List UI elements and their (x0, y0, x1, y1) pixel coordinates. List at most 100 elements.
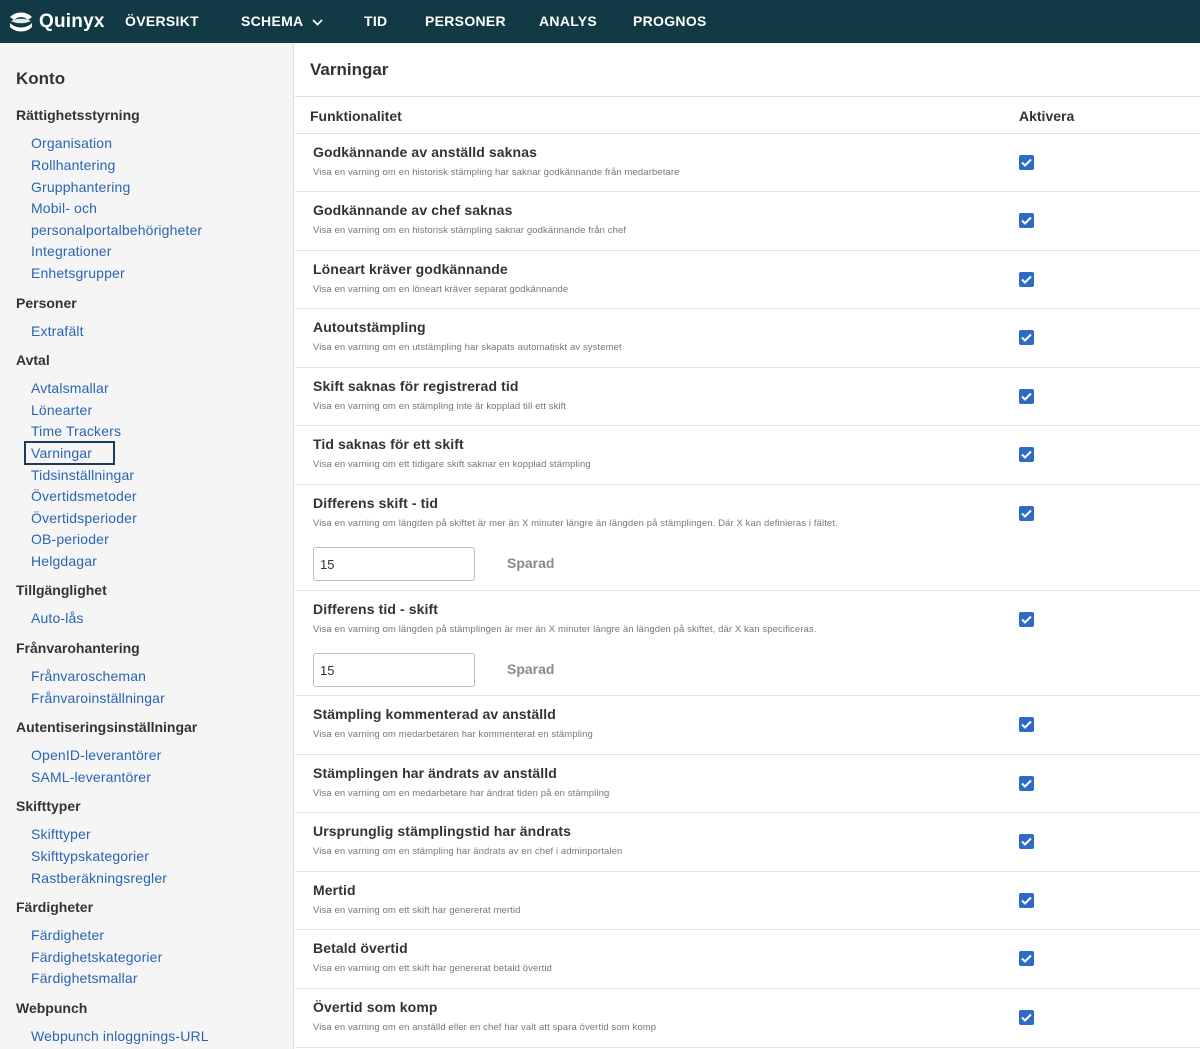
sidebar-item-personalportalbehorigheter[interactable]: personalportalbehörigheter (31, 222, 202, 238)
activate-checkbox[interactable] (1019, 389, 1034, 404)
activate-checkbox[interactable] (1019, 893, 1034, 908)
activate-checkbox[interactable] (1019, 717, 1034, 732)
sidebar-item-fardighetsmallar[interactable]: Färdighetsmallar (31, 970, 138, 986)
table-row: Godkännande av anställd saknas Visa en v… (295, 134, 1200, 192)
main-content: Varningar Funktionalitet Aktivera Godkän… (295, 43, 1200, 1049)
sidebar-item-saml-leverantorer[interactable]: SAML-leverantörer (31, 769, 151, 785)
nav-prognos-label: PROGNOS (633, 13, 707, 29)
sidebar-item-lonearter[interactable]: Lönearter (31, 402, 92, 418)
minutes-input[interactable] (313, 547, 475, 581)
nav-analys[interactable]: ANALYS (539, 13, 597, 29)
activate-checkbox[interactable] (1019, 612, 1034, 627)
table-row: Autoutstämpling Visa en varning om en ut… (295, 309, 1200, 368)
sidebar-item-tidsinstallningar[interactable]: Tidsinställningar (31, 467, 134, 483)
activate-checkbox[interactable] (1019, 272, 1034, 287)
sidebar-item-webpunch-inloggnings-url[interactable]: Webpunch inloggnings-URL (31, 1028, 209, 1044)
activate-checkbox[interactable] (1019, 155, 1034, 170)
nav-personer-label: PERSONER (425, 13, 506, 29)
sidebar-section-franvarohantering: Frånvarohantering (16, 640, 140, 656)
nav-personer[interactable]: PERSONER (425, 13, 506, 29)
row-title: Godkännande av anställd saknas (313, 144, 537, 160)
row-description: Visa en varning om en medarbetare har än… (313, 788, 610, 799)
sidebar-item-openid-leverantorer[interactable]: OpenID-leverantörer (31, 747, 161, 763)
nav-tid[interactable]: TID (364, 13, 387, 29)
sidebar-item-varningar[interactable]: Varningar (24, 441, 115, 465)
sidebar-item-organisation[interactable]: Organisation (31, 135, 112, 151)
row-description: Visa en varning om en utstämpling har sk… (313, 342, 622, 353)
sidebar-item-fardighetskategorier[interactable]: Färdighetskategorier (31, 949, 162, 965)
sidebar-item-grupphantering[interactable]: Grupphantering (31, 179, 130, 195)
sidebar-item-ob-perioder[interactable]: OB-perioder (31, 531, 109, 547)
column-header-feature: Funktionalitet (310, 108, 402, 124)
activate-checkbox[interactable] (1019, 834, 1034, 849)
nav-schema[interactable]: SCHEMA (241, 13, 324, 29)
check-icon (1021, 954, 1032, 963)
sidebar-item-rollhantering[interactable]: Rollhantering (31, 157, 115, 173)
sidebar-section-autentiseringsinstallningar: Autentiseringsinställningar (16, 719, 198, 735)
row-description: Visa en varning om en anställd eller en … (313, 1022, 657, 1033)
check-icon (1021, 392, 1032, 401)
nav-oversikt[interactable]: ÖVERSIKT (125, 13, 199, 29)
sidebar-item-skifttyper[interactable]: Skifttyper (31, 826, 91, 842)
row-title: Övertid som komp (313, 999, 438, 1015)
activate-checkbox[interactable] (1019, 951, 1034, 966)
table-row: Löneart kräver godkännande Visa en varni… (295, 251, 1200, 309)
sidebar-item-auto-las[interactable]: Auto-lås (31, 610, 84, 626)
nav-oversikt-label: ÖVERSIKT (125, 13, 199, 29)
activate-checkbox[interactable] (1019, 330, 1034, 345)
table-row: Differens tid - skift Visa en varning om… (295, 591, 1200, 696)
sidebar-item-franvaroscheman[interactable]: Frånvaroscheman (31, 668, 146, 684)
check-icon (1021, 509, 1032, 518)
sidebar-item-franvaroinstallningar[interactable]: Frånvaroinställningar (31, 690, 165, 706)
sidebar-item-extrafalt[interactable]: Extrafält (31, 323, 84, 339)
activate-checkbox[interactable] (1019, 213, 1034, 228)
row-description: Visa en varning om en stämpling har ändr… (313, 846, 623, 857)
sidebar-item-helgdagar[interactable]: Helgdagar (31, 553, 97, 569)
activate-checkbox[interactable] (1019, 1010, 1034, 1025)
table-row: Mertid Visa en varning om ett skift har … (295, 872, 1200, 930)
check-icon (1021, 779, 1032, 788)
sidebar-item-avtalsmallar[interactable]: Avtalsmallar (31, 380, 109, 396)
row-title: Differens tid - skift (313, 601, 439, 617)
column-header-activate: Aktivera (1019, 108, 1075, 124)
row-description: Visa en varning om ett skift har generer… (313, 905, 521, 916)
brand-logo[interactable]: Quinyx (8, 11, 118, 33)
sidebar-item-overtidsperioder[interactable]: Övertidsperioder (31, 510, 137, 526)
table-row: Stämplingen har ändrats av anställd Visa… (295, 755, 1200, 813)
row-description: Visa en varning om ett tidigare skift sa… (313, 459, 591, 470)
nav-prognos[interactable]: PROGNOS (633, 13, 707, 29)
row-description: Visa en varning om medarbetaren har komm… (313, 729, 593, 740)
sidebar-item-skifttypskategorier[interactable]: Skifttypskategorier (31, 848, 149, 864)
sidebar-item-integrationer[interactable]: Integrationer (31, 243, 112, 259)
activate-checkbox[interactable] (1019, 447, 1034, 462)
sidebar-section-rattighetsstyrning: Rättighetsstyrning (16, 107, 140, 123)
sidebar-item-overtidsmetoder[interactable]: Övertidsmetoder (31, 488, 137, 504)
row-title: Skift saknas för registrerad tid (313, 378, 519, 394)
sidebar-item-time-trackers[interactable]: Time Trackers (31, 423, 121, 439)
table-row: Betald övertid Visa en varning om ett sk… (295, 930, 1200, 989)
row-description: Visa en varning om en historisk stämplin… (313, 225, 627, 236)
table-row: Differens skift - tid Visa en varning om… (295, 485, 1200, 591)
row-title: Ursprunglig stämplingstid har ändrats (313, 823, 572, 839)
row-description: Visa en varning om en löneart kräver sep… (313, 284, 569, 295)
row-title: Löneart kräver godkännande (313, 261, 508, 277)
sidebar-item-mobil-och[interactable]: Mobil- och (31, 200, 97, 216)
sidebar-item-rastberakningsregler[interactable]: Rastberäkningsregler (31, 870, 167, 886)
row-title: Differens skift - tid (313, 495, 439, 511)
row-title: Tid saknas för ett skift (313, 436, 464, 452)
table-row: Övertid som komp Visa en varning om en a… (295, 989, 1200, 1048)
sidebar-section-personer: Personer (16, 295, 77, 311)
row-description: Visa en varning om en historisk stämplin… (313, 167, 680, 178)
row-description: Visa en varning om en stämpling inte är … (313, 401, 567, 412)
sidebar-section-tillganglighet: Tillgänglighet (16, 582, 107, 598)
sidebar-section-webpunch: Webpunch (16, 1000, 88, 1016)
saved-status: Sparad (507, 555, 555, 571)
sidebar-item-fardigheter[interactable]: Färdigheter (31, 927, 104, 943)
check-icon (1021, 615, 1032, 624)
quinyx-logo-icon (8, 11, 34, 33)
minutes-input[interactable] (313, 653, 475, 687)
top-navigation-bar: Quinyx ÖVERSIKT SCHEMA TID PERSONER ANAL… (0, 0, 1200, 43)
activate-checkbox[interactable] (1019, 506, 1034, 521)
activate-checkbox[interactable] (1019, 776, 1034, 791)
sidebar-item-enhetsgrupper[interactable]: Enhetsgrupper (31, 265, 125, 281)
